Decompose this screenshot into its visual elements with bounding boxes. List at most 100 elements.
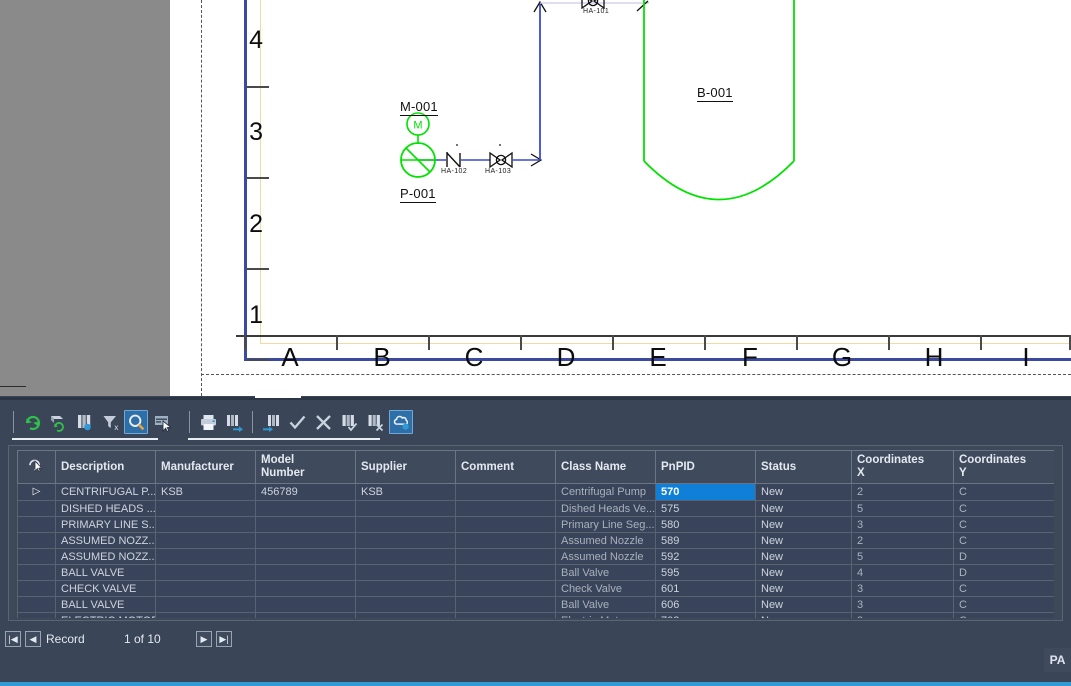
cell-comment[interactable] — [455, 596, 556, 614]
select-cursor-icon[interactable] — [17, 450, 56, 485]
cell-status[interactable]: New — [755, 516, 852, 534]
column-header-coord_x[interactable]: Coordinates X — [851, 450, 954, 485]
cell-description[interactable]: BALL VALVE — [55, 596, 156, 614]
cell-coord_x[interactable]: 5 — [851, 548, 954, 566]
cell-class_name[interactable]: Dished Heads Ve... — [555, 500, 656, 518]
row-selector[interactable] — [17, 500, 56, 518]
cell-class_name[interactable]: Primary Line Seg... — [555, 516, 656, 534]
print-icon[interactable] — [196, 410, 220, 434]
cell-class_name[interactable]: Assumed Nozzle — [555, 548, 656, 566]
cell-supplier[interactable] — [355, 564, 456, 582]
cell-model_number[interactable]: 456789 — [255, 483, 356, 502]
cell-comment[interactable] — [455, 548, 556, 566]
cell-pnpid[interactable]: 580 — [655, 516, 756, 534]
tag-ha102[interactable]: HA-102 — [441, 168, 467, 175]
cell-manufacturer[interactable]: KSB — [155, 483, 256, 502]
column-header-comment[interactable]: Comment — [455, 450, 556, 485]
tag-ha101[interactable]: HA-101 — [583, 8, 609, 15]
cell-description[interactable]: CHECK VALVE — [55, 580, 156, 598]
cell-pnpid[interactable]: 702 — [655, 612, 756, 618]
cell-description[interactable]: ASSUMED NOZZ... — [55, 532, 156, 550]
refresh-icon[interactable] — [20, 410, 44, 434]
column-header-class_name[interactable]: Class Name — [555, 450, 656, 485]
tag-ha103[interactable]: HA-103 — [485, 168, 511, 175]
row-selector[interactable]: ▷ — [17, 483, 56, 502]
tag-m001[interactable]: M-001 — [400, 99, 438, 116]
cell-model_number[interactable] — [255, 596, 356, 614]
cell-pnpid-selected[interactable]: 570 — [655, 483, 756, 502]
cell-pnpid[interactable]: 575 — [655, 500, 756, 518]
cell-comment[interactable] — [455, 580, 556, 598]
table-row[interactable]: ASSUMED NOZZ... Assumed Nozzle 592 New 5 D — [17, 548, 1054, 566]
table-row[interactable]: ASSUMED NOZZ... Assumed Nozzle 589 New 2 C — [17, 532, 1054, 550]
cell-description[interactable]: ASSUMED NOZZ... — [55, 548, 156, 566]
cell-supplier[interactable] — [355, 596, 456, 614]
row-selector[interactable] — [17, 564, 56, 582]
cell-pnpid[interactable]: 606 — [655, 596, 756, 614]
cell-model_number[interactable] — [255, 564, 356, 582]
reject-icon[interactable] — [311, 410, 335, 434]
table-row[interactable]: PRIMARY LINE S... Primary Line Seg... 580 N… — [17, 516, 1054, 534]
cell-description[interactable]: CENTRIFUGAL P... — [55, 483, 156, 502]
cell-manufacturer[interactable] — [155, 516, 256, 534]
cell-pnpid[interactable]: 589 — [655, 532, 756, 550]
cell-coord_x[interactable]: 5 — [851, 500, 954, 518]
cell-description[interactable]: ELECTRIC MOTOR — [55, 612, 156, 618]
data-grid[interactable]: Description Manufacturer Model Number Suppl… — [17, 450, 1054, 618]
cell-description[interactable]: DISHED HEADS ... — [55, 500, 156, 518]
cell-manufacturer[interactable] — [155, 500, 256, 518]
cell-supplier[interactable] — [355, 516, 456, 534]
tag-b001[interactable]: B-001 — [697, 85, 733, 102]
table-row[interactable]: ELECTRIC MOTOR Electric Motor702New3C — [17, 612, 1054, 618]
row-selector[interactable] — [17, 532, 56, 550]
data-grid-container[interactable]: Description Manufacturer Model Number Suppl… — [8, 445, 1063, 621]
cell-coord_x[interactable]: 2 — [851, 483, 954, 502]
cell-pnpid[interactable]: 595 — [655, 564, 756, 582]
cell-comment[interactable] — [455, 516, 556, 534]
column-header-pnpid[interactable]: PnPID — [655, 450, 756, 485]
cell-model_number[interactable] — [255, 516, 356, 534]
cell-coord_y[interactable]: C — [953, 483, 1054, 502]
cell-comment[interactable] — [455, 500, 556, 518]
pid-symbols[interactable]: M — [201, 0, 1071, 396]
refresh-all-icon[interactable] — [46, 410, 70, 434]
row-selector[interactable] — [17, 596, 56, 614]
cell-status[interactable]: New — [755, 548, 852, 566]
cell-pnpid[interactable]: 592 — [655, 548, 756, 566]
cell-status[interactable]: New — [755, 612, 852, 618]
cell-supplier[interactable] — [355, 532, 456, 550]
cell-coord_y[interactable]: D — [953, 564, 1054, 582]
cell-status[interactable]: New — [755, 580, 852, 598]
row-selector[interactable] — [17, 612, 56, 618]
cell-coord_y[interactable]: D — [953, 548, 1054, 566]
validate-icon[interactable] — [337, 410, 361, 434]
ball-valve-ha103-symbol[interactable] — [489, 144, 513, 169]
panel-tab-strip[interactable] — [255, 394, 301, 398]
column-settings-icon[interactable] — [72, 410, 96, 434]
import-icon[interactable] — [259, 410, 283, 434]
ball-valve-ha101-symbol[interactable] — [581, 0, 605, 10]
cell-supplier[interactable] — [355, 580, 456, 598]
cell-supplier[interactable] — [355, 548, 456, 566]
cell-model_number[interactable] — [255, 580, 356, 598]
cell-manufacturer[interactable] — [155, 532, 256, 550]
cell-coord_x[interactable]: 2 — [851, 532, 954, 550]
column-header-status[interactable]: Status — [755, 450, 852, 485]
column-header-model_number[interactable]: Model Number — [255, 450, 356, 485]
cell-pnpid[interactable]: 601 — [655, 580, 756, 598]
column-header-supplier[interactable]: Supplier — [355, 450, 456, 485]
cell-supplier[interactable]: KSB — [355, 483, 456, 502]
cell-coord_x[interactable]: 3 — [851, 580, 954, 598]
cell-coord_y[interactable]: C — [953, 516, 1054, 534]
cell-supplier[interactable] — [355, 612, 456, 618]
column-header-manufacturer[interactable]: Manufacturer — [155, 450, 256, 485]
cloud-icon[interactable] — [389, 410, 413, 434]
cell-coord_x[interactable]: 4 — [851, 564, 954, 582]
cell-supplier[interactable] — [355, 500, 456, 518]
table-row[interactable]: CHECK VALVE Check Valve 601 New 3 C — [17, 580, 1054, 598]
cell-model_number[interactable] — [255, 612, 356, 618]
cell-model_number[interactable] — [255, 532, 356, 550]
cell-coord_y[interactable]: C — [953, 532, 1054, 550]
table-row[interactable]: DISHED HEADS ... Dished Heads Ve... 575 New… — [17, 500, 1054, 518]
cell-coord_y[interactable]: C — [953, 580, 1054, 598]
